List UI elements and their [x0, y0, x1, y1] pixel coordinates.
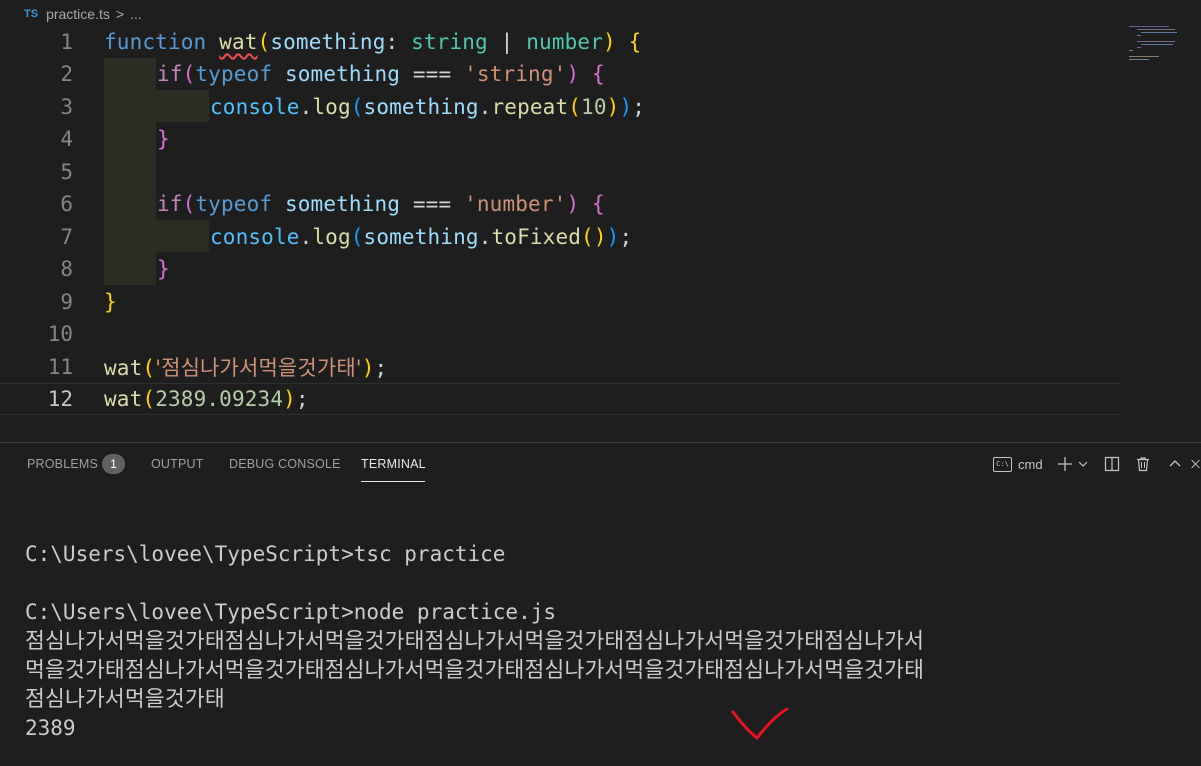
- line-number: 2: [60, 62, 73, 86]
- code-line[interactable]: 3 console.log(something.repeat(10));: [0, 91, 1120, 123]
- code-line[interactable]: 7 console.log(something.toFixed());: [0, 221, 1120, 253]
- terminal-output-line: 점심나가서먹을것가태: [25, 687, 225, 712]
- code-line[interactable]: 10: [0, 318, 1120, 350]
- minimap[interactable]: [1127, 26, 1201, 66]
- tab-output[interactable]: OUTPUT: [151, 457, 204, 471]
- line-number: 11: [47, 355, 73, 379]
- problems-count-badge: 1: [102, 454, 125, 474]
- breadcrumb-separator: >: [115, 6, 125, 22]
- active-tab-indicator: [361, 481, 425, 482]
- code-line[interactable]: 8 }: [0, 253, 1120, 285]
- code-text: console.log(something.toFixed());: [210, 225, 633, 249]
- breadcrumb-file-name[interactable]: practice.ts: [46, 6, 110, 22]
- code-text: if(typeof something === 'string') {: [157, 62, 605, 86]
- terminal-profile-name: cmd: [1018, 456, 1043, 472]
- code-text: }: [157, 127, 170, 151]
- line-number: 1: [60, 30, 73, 54]
- error-squiggle: wat: [219, 30, 258, 54]
- terminal-result-line: 2389: [25, 716, 76, 740]
- chevron-up-icon[interactable]: [1165, 453, 1185, 475]
- code-text: }: [157, 257, 170, 281]
- code-editor[interactable]: 1 function wat(something: string | numbe…: [0, 26, 1201, 442]
- code-text: wat('점심나가서먹을것가태');: [104, 356, 388, 380]
- terminal-line: C:\Users\lovee\TypeScript>tsc practice: [25, 542, 506, 566]
- terminal-output[interactable]: C:\Users\lovee\TypeScript>tsc practice C…: [25, 540, 1200, 743]
- line-number: 9: [60, 290, 73, 314]
- line-number: 7: [60, 225, 73, 249]
- code-line[interactable]: 11 wat('점심나가서먹을것가태');: [0, 351, 1120, 383]
- code-text: console.log(something.repeat(10));: [210, 95, 646, 119]
- terminal-line: C:\Users\lovee\TypeScript>node practice.…: [25, 600, 557, 624]
- chevron-down-icon[interactable]: [1076, 453, 1090, 475]
- line-number: 3: [60, 95, 73, 119]
- code-line[interactable]: 6 if(typeof something === 'number') {: [0, 188, 1120, 220]
- line-number: 12: [47, 387, 73, 411]
- terminal-output-line: 점심나가서먹을것가태점심나가서먹을것가태점심나가서먹을것가태점심나가서먹을것가태…: [25, 629, 925, 654]
- plus-icon[interactable]: [1055, 453, 1075, 475]
- code-line[interactable]: 4 }: [0, 123, 1120, 155]
- code-text: if(typeof something === 'number') {: [157, 192, 605, 216]
- line-number: 10: [47, 322, 73, 346]
- line-number: 5: [60, 160, 73, 184]
- code-line-current[interactable]: 12 wat(2389.09234);: [0, 383, 1120, 415]
- code-line[interactable]: 2 if(typeof something === 'string') {: [0, 58, 1120, 90]
- close-icon[interactable]: [1190, 453, 1201, 475]
- code-text: function wat(something: string | number)…: [104, 30, 642, 54]
- cmd-terminal-icon: C:\: [993, 456, 1012, 472]
- red-check-mark-annotation: [731, 707, 789, 741]
- breadcrumb-ellipsis[interactable]: ...: [130, 6, 142, 22]
- code-text: wat(2389.09234);: [104, 387, 309, 411]
- typescript-file-icon: TS: [24, 8, 39, 20]
- code-line[interactable]: 9 }: [0, 286, 1120, 318]
- tab-debug-console[interactable]: DEBUG CONSOLE: [229, 457, 341, 471]
- tab-problems[interactable]: PROBLEMS: [27, 457, 98, 471]
- line-number: 6: [60, 192, 73, 216]
- breadcrumb: TS practice.ts > ...: [0, 0, 1201, 28]
- terminal-output-line: 먹을것가태점심나가서먹을것가태점심나가서먹을것가태점심나가서먹을것가태점심나가서…: [25, 658, 925, 683]
- code-text: }: [104, 290, 117, 314]
- terminal-profile-selector[interactable]: C:\ cmd: [993, 453, 1049, 475]
- trash-icon[interactable]: [1133, 453, 1153, 475]
- line-number: 8: [60, 257, 73, 281]
- split-terminal-icon[interactable]: [1102, 453, 1122, 475]
- code-line[interactable]: 1 function wat(something: string | numbe…: [0, 26, 1120, 58]
- code-line[interactable]: 5: [0, 156, 1120, 188]
- line-number: 4: [60, 127, 73, 151]
- panel-tab-bar: PROBLEMS 1 OUTPUT DEBUG CONSOLE TERMINAL…: [0, 443, 1201, 485]
- tab-terminal[interactable]: TERMINAL: [361, 457, 426, 471]
